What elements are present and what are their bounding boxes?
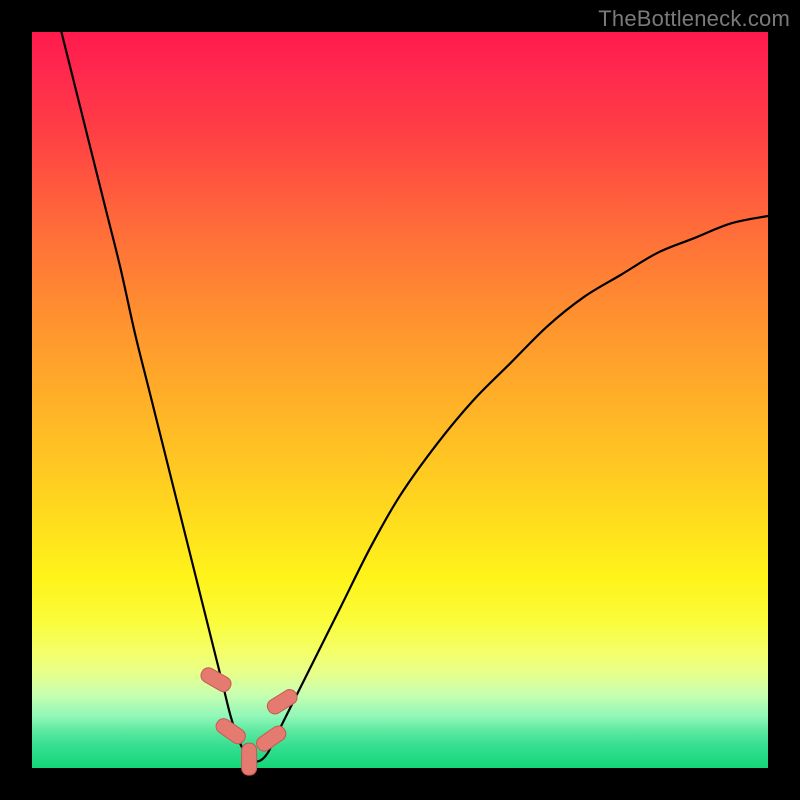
curve-marker: [198, 665, 233, 694]
curve-marker: [213, 716, 248, 747]
watermark-text: TheBottleneck.com: [598, 6, 790, 32]
bottleneck-curve: [61, 32, 768, 762]
curve-marker: [242, 743, 257, 775]
curve-marker: [265, 687, 300, 717]
chart-svg: [32, 32, 768, 768]
curve-marker: [254, 723, 289, 754]
chart-stage: TheBottleneck.com: [0, 0, 800, 800]
